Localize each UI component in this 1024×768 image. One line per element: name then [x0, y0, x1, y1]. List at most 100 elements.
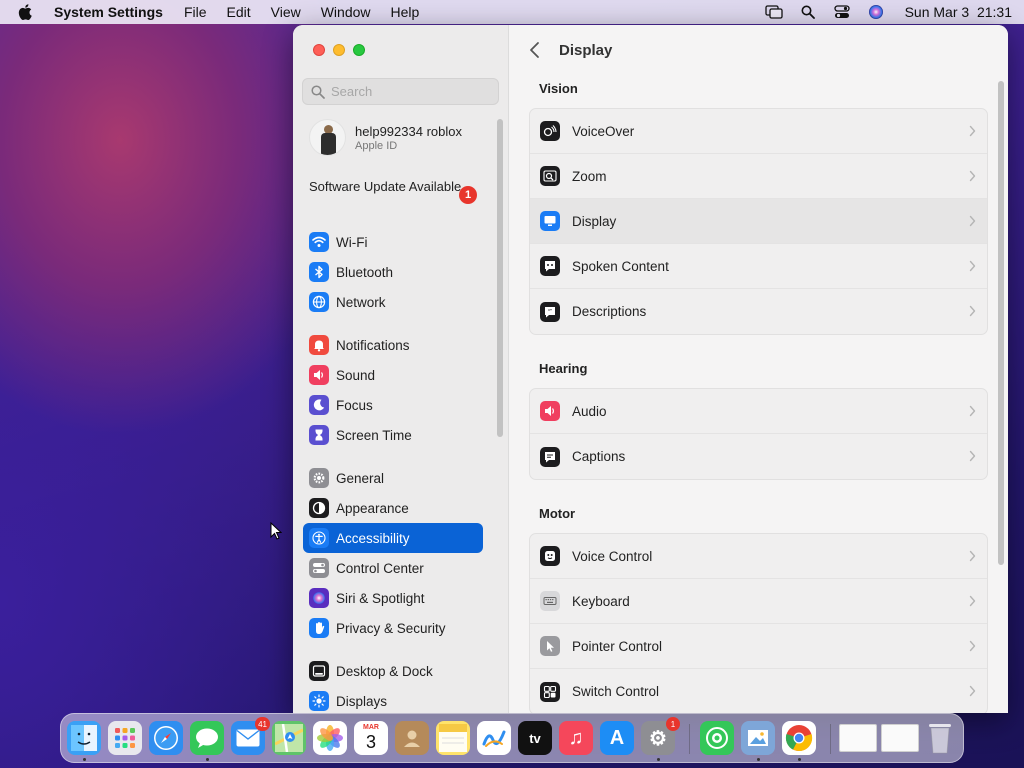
spotlight-search-icon[interactable]: [799, 5, 817, 19]
gear-icon: [309, 468, 329, 488]
search-placeholder: Search: [331, 84, 373, 99]
row-zoom[interactable]: Zoom: [530, 154, 987, 199]
software-update-item[interactable]: Software Update Available: [309, 179, 479, 195]
siri-icon[interactable]: [867, 5, 885, 19]
system-settings-icon[interactable]: ⚙ 1: [641, 717, 680, 755]
content-header: Display: [528, 41, 612, 59]
search-input[interactable]: Search: [302, 78, 499, 105]
menu-help[interactable]: Help: [391, 4, 420, 20]
menu-view[interactable]: View: [271, 4, 301, 20]
row-label: VoiceOver: [572, 123, 635, 139]
menu-window[interactable]: Window: [321, 4, 371, 20]
row-label: Switch Control: [572, 684, 660, 699]
settings-group-motor: Voice Control Keyboard Pointer Control Swit…: [529, 533, 988, 713]
chevron-right-icon: [969, 125, 976, 137]
svg-text:“”: “”: [548, 309, 552, 315]
menu-edit[interactable]: Edit: [227, 4, 251, 20]
row-voice-control[interactable]: Voice Control: [530, 534, 987, 579]
sidebar-item-displays[interactable]: Displays: [303, 686, 483, 713]
calendar-icon[interactable]: MAR 3: [354, 721, 388, 755]
sidebar-item-sound[interactable]: Sound: [303, 360, 483, 390]
sidebar-item-focus[interactable]: Focus: [303, 390, 483, 420]
sidebar-item-appearance[interactable]: Appearance: [303, 493, 483, 523]
row-voiceover[interactable]: VoiceOver: [530, 109, 987, 154]
photos-icon[interactable]: [313, 721, 347, 755]
row-pointer-control[interactable]: Pointer Control: [530, 624, 987, 669]
pointer-control-icon: [540, 636, 560, 656]
freeform-icon[interactable]: [477, 721, 511, 755]
sidebar-item-label: Focus: [336, 397, 373, 413]
contacts-icon[interactable]: [395, 721, 429, 755]
apple-menu-icon[interactable]: [18, 4, 34, 20]
row-spoken-content[interactable]: Spoken Content: [530, 244, 987, 289]
sidebar-item-control-center[interactable]: Control Center: [303, 553, 483, 583]
row-audio[interactable]: Audio: [530, 389, 987, 434]
finder-icon[interactable]: [67, 721, 101, 755]
minimized-window-thumbnail[interactable]: [881, 724, 919, 752]
sidebar-item-privacy-security[interactable]: Privacy & Security: [303, 613, 483, 643]
launchpad-icon[interactable]: [108, 721, 142, 755]
app-name-menu[interactable]: System Settings: [54, 4, 163, 20]
sidebar-item-wi-fi[interactable]: Wi-Fi: [303, 227, 483, 257]
dock-icon: [309, 661, 329, 681]
chevron-right-icon: [969, 640, 976, 652]
back-chevron-icon[interactable]: [528, 41, 542, 59]
descriptions-icon: “”: [540, 301, 560, 322]
accessibility-icon: [309, 528, 329, 548]
chrome-icon[interactable]: [782, 721, 816, 755]
chevron-right-icon: [969, 450, 976, 462]
row-label: Pointer Control: [572, 638, 663, 654]
mail-icon[interactable]: 41: [231, 717, 270, 755]
row-descriptions[interactable]: “” Descriptions: [530, 289, 987, 334]
row-switch-control[interactable]: Switch Control: [530, 669, 987, 713]
row-keyboard[interactable]: Keyboard: [530, 579, 987, 624]
globe-icon: [309, 292, 329, 312]
sidebar-item-desktop-dock[interactable]: Desktop & Dock: [303, 656, 483, 686]
row-label: Captions: [572, 449, 626, 464]
find-my-icon[interactable]: [700, 721, 734, 755]
sidebar-scrollbar[interactable]: [497, 119, 503, 437]
zoom-button[interactable]: [353, 44, 365, 56]
row-captions[interactable]: Captions: [530, 434, 987, 479]
sidebar-item-notifications[interactable]: Notifications: [303, 330, 483, 360]
sidebar-item-siri-spotlight[interactable]: Siri & Spotlight: [303, 583, 483, 613]
menu-bar-clock[interactable]: Sun Mar 3 21:31: [905, 4, 1012, 20]
tv-icon[interactable]: tv: [518, 721, 552, 755]
maps-icon[interactable]: [272, 721, 306, 755]
minimize-button[interactable]: [333, 44, 345, 56]
audio-icon: [540, 401, 560, 421]
calendar-day: 3: [365, 732, 376, 752]
sidebar-item-label: Displays: [336, 693, 388, 709]
wifi-icon: [309, 232, 329, 252]
close-button[interactable]: [313, 44, 325, 56]
calendar-month: MAR: [363, 724, 379, 731]
apple-id-account[interactable]: help992334 roblox Apple ID: [309, 119, 462, 156]
sidebar-item-network[interactable]: Network: [303, 287, 483, 317]
control-center-icon[interactable]: [833, 5, 851, 19]
safari-icon[interactable]: [149, 721, 183, 755]
sidebar-item-general[interactable]: General: [303, 463, 483, 493]
bell-icon: [309, 335, 329, 355]
app-store-icon[interactable]: A: [600, 721, 634, 755]
switch-control-icon: [540, 681, 560, 702]
dock-running-indicator: [657, 758, 660, 761]
preview-icon[interactable]: [741, 721, 775, 755]
dock-glyph: ⚙: [649, 727, 667, 750]
minimized-window-thumbnail[interactable]: [839, 724, 877, 752]
row-display[interactable]: Display: [530, 199, 987, 244]
row-label: Keyboard: [572, 593, 630, 609]
messages-icon[interactable]: [190, 721, 224, 755]
chevron-right-icon: [969, 305, 976, 317]
menu-file[interactable]: File: [184, 4, 207, 20]
trash-icon[interactable]: [927, 721, 953, 755]
sidebar-item-accessibility[interactable]: Accessibility: [303, 523, 483, 553]
sidebar-item-bluetooth[interactable]: Bluetooth: [303, 257, 483, 287]
sidebar-item-screen-time[interactable]: Screen Time: [303, 420, 483, 450]
notes-icon[interactable]: [436, 721, 470, 755]
content-scrollbar[interactable]: [998, 81, 1004, 565]
music-icon[interactable]: ♫: [559, 721, 593, 755]
sidebar-item-label: Bluetooth: [336, 264, 394, 280]
zoom-icon: [540, 166, 560, 186]
dock-separator: [830, 724, 831, 754]
screen-mirroring-icon[interactable]: [764, 5, 783, 19]
